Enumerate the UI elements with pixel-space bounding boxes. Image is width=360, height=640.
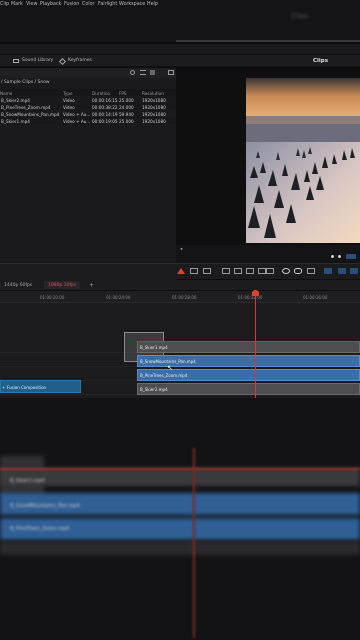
blurred-red-line bbox=[0, 468, 360, 470]
menu-help[interactable]: Help bbox=[147, 2, 158, 7]
timeline-clip-label: B_PineTrees_Zoom.mp4 bbox=[140, 373, 188, 378]
ruler-timecode: 01:00:28:00 bbox=[172, 295, 197, 300]
clip-duration: 00:00:38:22 bbox=[92, 104, 118, 110]
timeline-clip-label: Fusion Composition bbox=[7, 385, 47, 390]
top-bar-divider bbox=[176, 40, 360, 42]
clip-duration: 00:00:16:15 bbox=[92, 97, 118, 103]
blurred-label: B_SnowMountains_Pan.mp4 bbox=[10, 503, 80, 509]
clip-duration: 00:00:14:19 bbox=[92, 111, 118, 117]
column-name[interactable]: Name bbox=[0, 91, 12, 96]
table-row[interactable]: B_PineTrees_Zoom.mp4 Video 00:00:38:22 2… bbox=[0, 103, 176, 110]
clip-resolution: 1920x1080 bbox=[142, 111, 166, 117]
lock-icon[interactable] bbox=[307, 268, 315, 274]
blurred-track bbox=[0, 541, 360, 555]
blurred-playhead bbox=[193, 448, 195, 638]
search-icon[interactable] bbox=[130, 70, 135, 75]
clip-duration: 00:00:19:05 bbox=[92, 118, 118, 124]
clip-fps: 25.000 bbox=[119, 97, 134, 103]
clip-top-edge bbox=[137, 341, 360, 342]
blurred-label: B_PineTrees_Zoom.mp4 bbox=[10, 526, 70, 532]
clip-type: Video + Au... bbox=[63, 111, 91, 117]
blurred-track bbox=[0, 468, 360, 486]
viewer-header bbox=[245, 55, 360, 67]
video-frame bbox=[246, 78, 360, 243]
clip-name: B_Skier2.mp4 bbox=[1, 97, 30, 103]
clip-name: B_PineTrees_Zoom.mp4 bbox=[1, 104, 51, 110]
clip-fps: 59.940 bbox=[119, 111, 134, 117]
keyframes-button[interactable]: Keyframes bbox=[68, 58, 92, 64]
blade-tool-icon[interactable] bbox=[203, 268, 211, 274]
sound-library-button[interactable]: Sound Library bbox=[22, 58, 53, 64]
clip-resolution: 1920x1080 bbox=[142, 118, 166, 124]
menu-bar bbox=[0, 44, 360, 54]
insert-icon[interactable] bbox=[222, 268, 230, 274]
thumbnail-view-icon[interactable] bbox=[150, 70, 155, 75]
ruler-timecode: 01:00:24:00 bbox=[106, 295, 131, 300]
panel-icon[interactable] bbox=[168, 70, 174, 75]
marker-icon[interactable] bbox=[338, 268, 346, 274]
fusion-icon: ✦ bbox=[2, 385, 6, 390]
timeline-clip-skier1[interactable] bbox=[137, 341, 360, 353]
menu-view[interactable]: View bbox=[26, 2, 37, 7]
menu-playback[interactable]: Playback bbox=[40, 2, 61, 7]
app-window: Clips Clip Mark View Playback Fusion Col… bbox=[0, 0, 360, 640]
blurred-overlay: B_Skier1.mp4 B_SnowMountains_Pan.mp4 B_P… bbox=[0, 398, 360, 640]
viewer-arrow-icon[interactable]: ◂ bbox=[180, 247, 182, 253]
viewer-controls: ◂ bbox=[176, 245, 360, 263]
clip-fps: 24.000 bbox=[119, 104, 134, 110]
tab-timeline-1440p[interactable]: 1440p 60fps bbox=[4, 283, 32, 288]
ruler-timecode: 01:00:20:00 bbox=[40, 295, 65, 300]
playback-slider[interactable] bbox=[346, 254, 356, 259]
column-fps[interactable]: FPS bbox=[119, 91, 127, 96]
timeline-clip-skier2[interactable] bbox=[137, 383, 360, 395]
menu-fairlight[interactable]: Fairlight bbox=[98, 2, 117, 7]
menu-workspace[interactable]: Workspace bbox=[119, 2, 145, 7]
clip-type: Video + Au... bbox=[63, 118, 91, 124]
dot-icon[interactable] bbox=[331, 255, 334, 258]
clip-name: B_SnowMountains_Pan.mp4 bbox=[1, 111, 60, 117]
clip-type: Video bbox=[63, 97, 75, 103]
link-icon[interactable] bbox=[294, 268, 302, 274]
mouse-cursor-icon: ↖ bbox=[167, 364, 173, 372]
column-duration[interactable]: Duration bbox=[92, 91, 110, 96]
table-row[interactable]: B_Skier2.mp4 Video 00:00:16:15 25.000 19… bbox=[0, 96, 176, 103]
clip-name: B_Skier1.mp4 bbox=[1, 118, 30, 124]
timeline-clip-label: B_Skier1.mp4 bbox=[140, 345, 168, 350]
add-timeline-button[interactable]: + bbox=[89, 282, 94, 289]
dot-icon[interactable] bbox=[338, 255, 341, 258]
marker-color-icon[interactable] bbox=[350, 268, 358, 274]
sound-library-icon[interactable] bbox=[13, 59, 19, 63]
clips-title: Clips bbox=[313, 58, 329, 64]
snow-landscape-image bbox=[246, 78, 360, 243]
replace-icon[interactable] bbox=[246, 268, 254, 274]
breadcrumb[interactable]: / Sample Clips / Snow bbox=[0, 80, 176, 89]
menu-fusion[interactable]: Fusion bbox=[64, 2, 79, 7]
blurred-label: B_Skier1.mp4 bbox=[10, 478, 45, 484]
clip-type: Video bbox=[63, 104, 75, 110]
top-bar-title: Clips bbox=[291, 12, 308, 20]
table-row[interactable]: B_Skier1.mp4 Video + Au... 00:00:19:05 2… bbox=[0, 117, 176, 124]
snapping-icon[interactable] bbox=[282, 268, 290, 274]
menu-clip[interactable]: Clip bbox=[0, 2, 9, 7]
column-type[interactable]: Type bbox=[63, 91, 73, 96]
overwrite-icon[interactable] bbox=[234, 268, 242, 274]
table-row[interactable]: B_SnowMountains_Pan.mp4 Video + Au... 00… bbox=[0, 110, 176, 117]
clip-resolution: 1920x1080 bbox=[142, 104, 166, 110]
playhead-handle[interactable] bbox=[252, 290, 259, 296]
table-header: Name Type Duration FPS Resolution bbox=[0, 89, 176, 96]
place-on-top-icon[interactable] bbox=[258, 268, 266, 274]
timeline-clip-label: B_Skier2.mp4 bbox=[140, 387, 168, 392]
append-icon[interactable] bbox=[266, 268, 274, 274]
flag-icon[interactable] bbox=[324, 268, 332, 274]
trim-tool-icon[interactable] bbox=[190, 268, 198, 274]
pointer-tool-icon[interactable] bbox=[177, 268, 185, 274]
tab-timeline-1080p[interactable]: 1080p 30fps bbox=[48, 283, 76, 288]
menu-color[interactable]: Color bbox=[82, 2, 95, 7]
list-view-icon[interactable] bbox=[140, 70, 146, 75]
menu-mark[interactable]: Mark bbox=[11, 2, 23, 7]
column-resolution[interactable]: Resolution bbox=[142, 91, 164, 96]
clip-resolution: 1920x1080 bbox=[142, 97, 166, 103]
clip-fps: 25.000 bbox=[119, 118, 134, 124]
ruler-timecode: 01:00:36:00 bbox=[303, 295, 328, 300]
